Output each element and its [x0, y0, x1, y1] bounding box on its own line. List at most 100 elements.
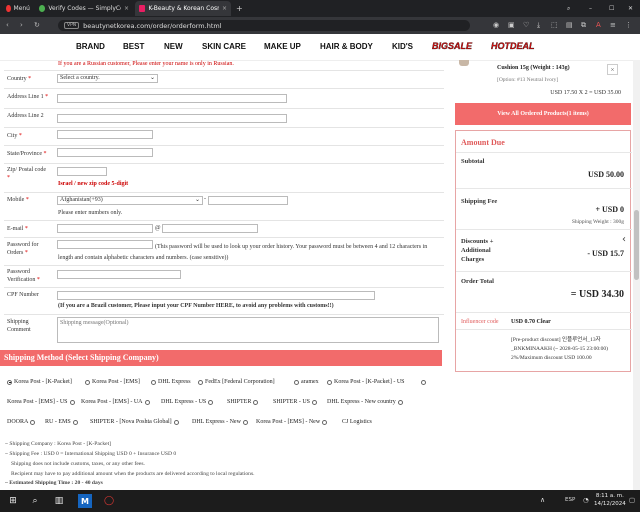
shipping-option[interactable]: aramex [294, 379, 319, 385]
shipping-option[interactable]: SHIPTER [227, 399, 259, 405]
tab-kbeauty[interactable]: K-Beauty & Korean Cosme × [135, 1, 231, 16]
shipping-option[interactable]: Korea Post - [K-Packet] - US [327, 379, 404, 385]
reload-icon[interactable]: ↻ [34, 21, 40, 29]
shipping-option[interactable]: SHIPTER - US [273, 399, 318, 405]
app-m-icon[interactable]: M [78, 494, 92, 508]
radio-icon[interactable] [85, 379, 90, 385]
radio-icon[interactable] [173, 419, 179, 425]
cpf-input[interactable] [57, 291, 375, 300]
tab-menu[interactable]: Menú [2, 1, 34, 16]
radio-icon[interactable] [144, 399, 150, 405]
snapshot-icon[interactable]: ▣ [508, 21, 515, 29]
network-icon[interactable]: ◔ [583, 496, 589, 504]
menu-dots-icon[interactable]: ⋮ [625, 21, 632, 29]
translate-icon[interactable]: A [596, 21, 601, 29]
opera-taskbar-icon[interactable]: ◯ [102, 494, 116, 508]
close-tab-icon[interactable]: × [124, 5, 129, 12]
tab-verify-codes[interactable]: Verify Codes — SimplyCod × [35, 1, 133, 16]
divider [4, 108, 444, 109]
zip-input[interactable] [57, 167, 107, 176]
heart-icon[interactable]: ♡ [523, 21, 529, 29]
nav-hair-body[interactable]: HAIR & BODY [320, 42, 373, 51]
radio-icon[interactable] [312, 399, 318, 405]
remove-item-icon[interactable]: × [607, 64, 618, 75]
shipping-option[interactable]: Korea Post - [EMS] - UA [81, 399, 150, 405]
shipping-option[interactable]: SHIPTER - [Nova Poshta Global] [90, 419, 179, 425]
radio-icon[interactable] [322, 419, 328, 425]
shipping-comment-textarea[interactable] [57, 317, 439, 343]
state-input[interactable] [57, 148, 153, 157]
shipping-option[interactable]: Korea Post - [K-Packet] [7, 379, 72, 385]
extensions-icon[interactable]: ⬚ [551, 21, 558, 29]
scrollbar-thumb[interactable] [634, 210, 639, 280]
shipping-option[interactable]: RU - EMS [45, 419, 78, 425]
camera-icon[interactable]: ◉ [493, 21, 499, 29]
radio-icon[interactable] [253, 399, 259, 405]
radio-icon[interactable] [327, 379, 332, 385]
shipping-option[interactable]: CJ Logistics [342, 419, 372, 425]
nav-best[interactable]: BEST [123, 42, 144, 51]
task-view-icon[interactable]: ▥ [52, 494, 66, 508]
radio-icon[interactable] [30, 419, 36, 425]
radio-icon[interactable] [294, 379, 299, 385]
country-select[interactable]: Select a country. ⌄ [57, 74, 158, 83]
minimize-icon[interactable]: – [585, 1, 597, 16]
email-user-input[interactable] [57, 224, 153, 233]
nav-brand[interactable]: BRAND [76, 42, 105, 51]
city-input[interactable] [57, 130, 153, 139]
mobile-number-input[interactable] [208, 196, 288, 205]
nav-bigsale[interactable]: BIGSALE [432, 41, 472, 51]
shipping-option[interactable]: DHL Express - New country [327, 399, 403, 405]
shipping-option[interactable]: Korea Post - [EMS] [85, 379, 140, 385]
shipping-option[interactable]: DHL Express - New [192, 419, 248, 425]
download-icon[interactable]: ⤓ [537, 21, 540, 30]
wallet-icon[interactable]: ▤ [566, 21, 573, 29]
password-verify-input[interactable] [57, 270, 181, 279]
radio-checked-icon[interactable] [7, 379, 12, 385]
nav-make-up[interactable]: MAKE UP [264, 42, 301, 51]
windows-start-icon[interactable]: ⊞ [6, 494, 20, 508]
radio-icon[interactable] [69, 399, 75, 405]
radio-icon[interactable] [208, 399, 214, 405]
forward-icon[interactable]: › [20, 21, 23, 29]
nav-kids[interactable]: KID'S [392, 42, 413, 51]
scrollbar[interactable] [633, 60, 640, 490]
radio-icon[interactable] [198, 379, 203, 385]
url-field[interactable]: VPN beautynetkorea.com/order/orderform.h… [58, 20, 470, 31]
shipping-option[interactable]: Korea Post - [EMS] - New [256, 419, 328, 425]
radio-icon[interactable] [421, 380, 426, 385]
search-icon[interactable]: ⌕ [28, 494, 42, 508]
view-all-products-button[interactable]: View All Ordered Products(1 items) [455, 103, 631, 125]
shipping-option[interactable]: FedEx [Federal Corporation] [198, 379, 275, 385]
radio-icon[interactable] [72, 419, 78, 425]
search-tabs-icon[interactable]: ⌕ [563, 1, 575, 16]
address2-input[interactable] [57, 114, 287, 123]
maximize-icon[interactable]: ☐ [605, 1, 617, 16]
nav-hotdeal[interactable]: HOTDEAL [491, 41, 535, 51]
new-tab-button[interactable]: + [232, 1, 244, 16]
address1-input[interactable] [57, 94, 287, 103]
vpn-badge[interactable]: VPN [64, 22, 80, 29]
chevron-left-icon[interactable]: ‹ [622, 234, 626, 245]
email-domain-input[interactable] [162, 224, 258, 233]
nav-skin-care[interactable]: SKIN CARE [202, 42, 246, 51]
mobile-country-select[interactable]: Afghanistan(+93) ⌄ [57, 196, 203, 205]
close-tab-icon[interactable]: × [222, 5, 227, 12]
shipping-option[interactable]: Korea Post - [EMS] - US [7, 399, 75, 405]
radio-icon[interactable] [151, 379, 156, 385]
tabs-icon[interactable]: ⧉ [581, 21, 586, 30]
easy-setup-icon[interactable]: ≡ [610, 21, 616, 29]
nav-new[interactable]: NEW [164, 42, 183, 51]
language-indicator[interactable]: ESP [565, 497, 575, 503]
shipping-option[interactable]: DOORA [7, 419, 36, 425]
back-icon[interactable]: ‹ [6, 21, 9, 29]
radio-icon[interactable] [397, 399, 403, 405]
clock[interactable]: 8:11 a. m. 14/12/2024 [594, 492, 626, 508]
influencer-code-value[interactable]: USD 0.70 Clear [511, 319, 551, 325]
shipping-option[interactable]: DHL Express - US [161, 399, 214, 405]
tray-chevron-icon[interactable]: ∧ [540, 496, 545, 504]
close-window-icon[interactable]: ✕ [624, 1, 636, 16]
shipping-option[interactable]: DHL Express [151, 379, 191, 385]
notification-icon[interactable]: ▢ [629, 496, 635, 504]
radio-icon[interactable] [242, 419, 248, 425]
